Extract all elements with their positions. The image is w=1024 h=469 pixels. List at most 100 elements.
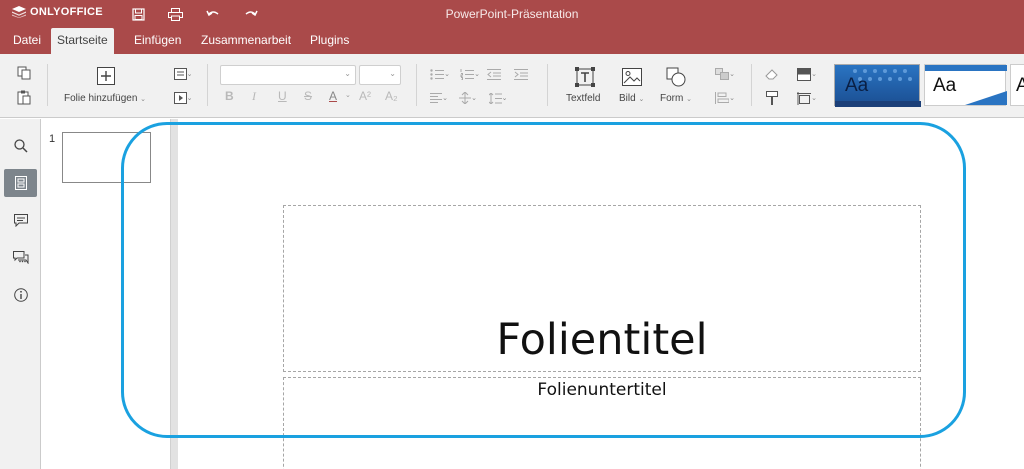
toolbar-separator bbox=[47, 64, 48, 106]
numbered-list-icon bbox=[460, 68, 475, 80]
slide-thumbnail[interactable] bbox=[62, 132, 151, 183]
bold-button[interactable]: B bbox=[225, 89, 234, 103]
chevron-down-icon: ⌄ bbox=[471, 95, 477, 102]
numbering-button[interactable]: ⌄ bbox=[456, 66, 484, 82]
vertical-align-button[interactable]: ⌄ bbox=[455, 90, 481, 106]
horizontal-align-button[interactable]: ⌄ bbox=[426, 90, 452, 106]
about-info-icon bbox=[13, 288, 28, 302]
panel-splitter[interactable] bbox=[170, 119, 178, 469]
image-button[interactable] bbox=[620, 66, 644, 88]
image-icon bbox=[622, 68, 642, 86]
menu-tab-bar: Datei Startseite Einfügen Zusammenarbeit… bbox=[0, 28, 1024, 54]
presentation-editor-window: ONLYOFFICE PowerPoint-Präsentation Datei… bbox=[0, 0, 1024, 469]
color-scheme-button[interactable]: ⌄ bbox=[792, 66, 822, 82]
tab-zusammenarbeit[interactable]: Zusammenarbeit bbox=[195, 28, 297, 54]
copy-icon bbox=[17, 66, 31, 80]
undo-button[interactable] bbox=[202, 4, 224, 24]
align-left-icon bbox=[430, 93, 443, 103]
theme-thumbnail-white[interactable]: Aa bbox=[924, 64, 1007, 106]
chevron-down-icon: ⌄ bbox=[501, 95, 508, 102]
vertical-align-icon bbox=[459, 92, 472, 104]
slide-size-icon bbox=[797, 91, 812, 105]
tab-einfuegen[interactable]: Einfügen bbox=[128, 28, 187, 54]
add-slide-label: Folie hinzufügen bbox=[64, 93, 138, 104]
add-slide-button[interactable] bbox=[95, 66, 117, 86]
bullet-list-icon bbox=[430, 68, 445, 80]
align-shape-button[interactable]: ⌄ bbox=[710, 90, 740, 106]
slide-thumbnails-panel: 1 bbox=[41, 119, 170, 469]
font-name-select[interactable]: ⌄ bbox=[220, 65, 356, 85]
onlyoffice-logo: ONLYOFFICE bbox=[12, 6, 103, 18]
strikethrough-button[interactable]: S bbox=[304, 89, 312, 103]
image-dropdown[interactable]: Bild ⌄ bbox=[619, 93, 644, 104]
clear-style-button[interactable] bbox=[762, 66, 782, 82]
line-spacing-button[interactable]: ⌄ bbox=[485, 90, 511, 106]
title-placeholder[interactable]: Folientitel bbox=[283, 205, 921, 372]
slides-panel-button[interactable] bbox=[4, 169, 37, 197]
textbox-label[interactable]: Textfeld bbox=[566, 93, 600, 104]
line-spacing-icon bbox=[488, 92, 502, 104]
decrease-indent-button[interactable] bbox=[486, 66, 502, 82]
underline-button[interactable]: U bbox=[278, 89, 287, 103]
chevron-down-icon: ⌄ bbox=[686, 96, 692, 103]
search-button[interactable] bbox=[4, 132, 37, 160]
toolbar-separator bbox=[751, 64, 752, 106]
chevron-down-icon: ⌄ bbox=[638, 96, 645, 103]
paste-icon bbox=[17, 90, 31, 104]
increase-indent-button[interactable] bbox=[513, 66, 529, 82]
search-icon bbox=[13, 139, 28, 153]
add-slide-dropdown[interactable]: Folie hinzufügen ⌄ bbox=[64, 93, 146, 104]
chevron-down-icon: ⌄ bbox=[442, 95, 448, 102]
print-button[interactable] bbox=[164, 4, 186, 24]
chevron-down-icon: ⌄ bbox=[389, 69, 396, 78]
chevron-down-icon: ⌄ bbox=[729, 71, 735, 78]
theme-label: A bbox=[1016, 75, 1024, 97]
toolbar-separator bbox=[547, 64, 548, 106]
slide-subtitle: Folienuntertitel bbox=[537, 380, 667, 400]
subscript-button[interactable]: A₂ bbox=[385, 89, 398, 103]
italic-button[interactable]: I bbox=[252, 89, 256, 104]
copy-button[interactable] bbox=[14, 64, 34, 82]
format-painter-icon bbox=[766, 91, 778, 105]
document-title: PowerPoint-Präsentation bbox=[445, 7, 579, 21]
font-color-button[interactable]: A bbox=[329, 89, 337, 103]
logo-text: ONLYOFFICE bbox=[30, 6, 103, 18]
slide-title: Folientitel bbox=[496, 315, 708, 365]
chat-icon bbox=[12, 250, 28, 264]
paste-button[interactable] bbox=[14, 88, 34, 106]
chevron-down-icon: ⌄ bbox=[186, 71, 193, 78]
decrease-indent-icon bbox=[487, 68, 501, 80]
slide-size-button[interactable]: ⌄ bbox=[792, 90, 822, 106]
font-size-select[interactable]: ⌄ bbox=[359, 65, 401, 85]
tab-datei[interactable]: Datei bbox=[7, 28, 47, 54]
theme-thumbnail-partial[interactable]: A bbox=[1010, 64, 1024, 106]
toolbar-separator bbox=[416, 64, 417, 106]
title-bar: ONLYOFFICE PowerPoint-Präsentation bbox=[0, 0, 1024, 28]
about-button[interactable] bbox=[4, 281, 37, 309]
chat-button[interactable] bbox=[4, 243, 37, 271]
redo-button[interactable] bbox=[240, 4, 262, 24]
theme-thumbnail-blue[interactable]: Aa bbox=[834, 64, 921, 107]
slides-panel-icon bbox=[14, 176, 27, 190]
tab-plugins[interactable]: Plugins bbox=[304, 28, 355, 54]
textbox-button[interactable] bbox=[573, 66, 597, 88]
shape-icon bbox=[666, 67, 686, 87]
layout-icon bbox=[173, 68, 187, 80]
comments-button[interactable] bbox=[4, 206, 37, 234]
chevron-down-icon: ⌄ bbox=[811, 95, 817, 102]
copy-style-button[interactable] bbox=[762, 90, 782, 106]
subtitle-placeholder[interactable]: Folienuntertitel bbox=[283, 377, 921, 469]
superscript-button[interactable]: A² bbox=[359, 89, 371, 103]
tab-startseite[interactable]: Startseite bbox=[51, 28, 114, 54]
slide-canvas: Folientitel Folienuntertitel bbox=[178, 119, 1024, 469]
bullets-button[interactable]: ⌄ bbox=[426, 66, 454, 82]
chevron-down-icon: ⌄ bbox=[474, 71, 480, 78]
shape-button[interactable] bbox=[664, 66, 688, 88]
shape-dropdown[interactable]: Form ⌄ bbox=[660, 93, 692, 104]
textbox-icon bbox=[575, 67, 595, 87]
save-button[interactable] bbox=[127, 4, 149, 24]
start-slideshow-button[interactable]: ⌄ bbox=[168, 90, 198, 106]
arrange-button[interactable]: ⌄ bbox=[710, 66, 740, 82]
slide-layout-button[interactable]: ⌄ bbox=[168, 66, 198, 82]
toolbar-separator bbox=[207, 64, 208, 106]
